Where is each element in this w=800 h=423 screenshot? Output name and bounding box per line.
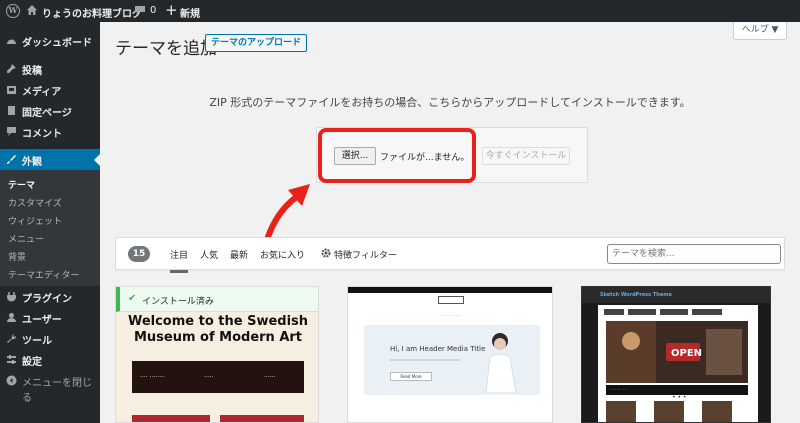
theme-preview-block — [220, 415, 304, 422]
theme-preview-photo: OPEN — [606, 321, 748, 383]
upload-description: ZIP 形式のテーマファイルをお持ちの場合、こちらからアップロードしてインストー… — [209, 96, 691, 109]
sidebar-item-label: 外観 — [22, 157, 42, 168]
wordpress-logo-icon[interactable]: W — [6, 4, 20, 18]
tab-favorites[interactable]: お気に入り — [260, 248, 305, 261]
installed-label: インストール済み — [142, 297, 214, 307]
theme-preview-header: Sketch WordPress Theme — [582, 287, 770, 303]
sidebar-item-pages[interactable]: 固定ページ — [0, 100, 100, 121]
sidebar-item-label: ツール — [22, 336, 52, 347]
site-name-link[interactable]: りょうのお料理ブログ — [42, 5, 142, 20]
user-icon — [7, 313, 16, 322]
submenu-item-background[interactable]: 背景 — [8, 250, 26, 263]
home-icon[interactable] — [26, 4, 38, 16]
tab-popular[interactable]: 人気 — [200, 248, 218, 261]
settings-icon — [7, 355, 16, 364]
admin-bar: W りょうのお料理ブログ 0 + 新規 — [0, 0, 800, 22]
sidebar-item-tools[interactable]: ツール — [0, 328, 100, 349]
sidebar-item-label: 投稿 — [22, 66, 42, 77]
theme-preview-thumbnail — [606, 401, 636, 422]
theme-count-badge: 15 — [128, 246, 150, 262]
comment-icon — [7, 127, 16, 136]
pin-icon — [7, 64, 16, 73]
comment-count[interactable]: 0 — [150, 5, 156, 16]
theme-preview-text-line — [390, 359, 460, 361]
theme-preview-nav: · · · · · · · · — [441, 313, 461, 318]
tab-featured[interactable]: 注目 — [170, 248, 189, 273]
theme-preview-logo — [438, 296, 464, 304]
svg-text:OPEN: OPEN — [671, 348, 702, 359]
sidebar-item-label: プラグイン — [22, 294, 72, 305]
person-photo-icon — [485, 333, 517, 393]
sidebar-item-label: ユーザー — [22, 315, 62, 326]
sidebar-item-settings[interactable]: 設定 — [0, 349, 100, 370]
submenu-item-customize[interactable]: カスタマイズ — [8, 196, 62, 209]
theme-preview-block — [132, 415, 210, 422]
sidebar-item-comments[interactable]: コメント — [0, 121, 100, 142]
theme-filter-bar: 15 注目 人気 最新 お気に入り 特徴フィルター — [115, 237, 785, 273]
feature-filter-button[interactable]: 特徴フィルター — [334, 248, 397, 261]
submenu-item-menus[interactable]: メニュー — [8, 232, 44, 245]
dashboard-icon — [7, 39, 16, 44]
sidebar-item-users[interactable]: ユーザー — [0, 307, 100, 328]
comment-icon[interactable] — [134, 5, 146, 16]
submenu-item-themes[interactable]: テーマ — [8, 178, 35, 191]
theme-preview-ticket-bar: ···· ········ ····· ······ — [132, 361, 304, 393]
theme-preview-title-line: Welcome to the Swedish — [127, 314, 309, 329]
sidebar-item-posts[interactable]: 投稿 — [0, 58, 100, 79]
gear-icon[interactable] — [321, 248, 331, 258]
theme-preview-hero-title: Hi, I am Header Media Title — [390, 345, 486, 353]
theme-preview-topbar — [348, 287, 552, 293]
sidebar-item-label: メニューを閉じる — [22, 378, 92, 404]
tab-latest[interactable]: 最新 — [230, 248, 248, 261]
theme-preview-site-title: Sketch WordPress Theme — [600, 292, 672, 298]
sidebar-item-plugins[interactable]: プラグイン — [0, 286, 100, 307]
theme-preview-hero-button: Read More — [390, 372, 432, 381]
sidebar-item-label: 固定ページ — [22, 108, 72, 119]
checkmark-icon: ✔ — [128, 293, 137, 304]
install-now-button[interactable]: 今すぐインストール — [482, 147, 570, 165]
admin-sidebar: ダッシュボード 投稿 メディア 固定ページ コメント 外観 テーマ カスタマイズ… — [0, 22, 100, 423]
help-tab-button[interactable]: ヘルプ ▼ — [733, 22, 787, 40]
sidebar-item-media[interactable]: メディア — [0, 79, 100, 100]
sidebar-item-label: メディア — [22, 87, 62, 98]
sidebar-item-appearance[interactable]: 外観 — [0, 149, 100, 170]
wrench-icon — [7, 334, 17, 343]
theme-preview-title: Welcome to the Swedish Museum of Modern … — [116, 314, 318, 346]
plus-icon[interactable]: + — [165, 2, 178, 18]
brush-icon — [7, 155, 16, 164]
theme-card[interactable]: · · · · · · · · Hi, I am Header Media Ti… — [347, 286, 553, 423]
theme-card[interactable]: ✔ インストール済み Welcome to the Swedish Museum… — [115, 286, 319, 423]
submenu-item-theme-editor[interactable]: テーマエディター — [8, 268, 79, 281]
sidebar-item-label: 設定 — [22, 357, 42, 368]
theme-preview-thumbnail — [654, 401, 684, 422]
page-title: テーマを追加 — [115, 39, 217, 59]
highlight-rectangle — [318, 128, 476, 183]
appearance-submenu: テーマ カスタマイズ ウィジェット メニュー 背景 テーマエディター — [0, 170, 100, 286]
theme-preview-title-line: Museum of Modern Art — [133, 330, 303, 345]
sidebar-item-label: ダッシュボード — [22, 38, 92, 49]
theme-preview-dots: • • • — [672, 394, 687, 401]
theme-preview-thumbnail — [702, 401, 732, 422]
upload-theme-button[interactable]: テーマのアップロード — [205, 34, 308, 52]
installed-notice: ✔ インストール済み — [116, 287, 318, 312]
new-content-link[interactable]: 新規 — [180, 5, 200, 20]
theme-search-input[interactable] — [607, 244, 781, 264]
submenu-item-widgets[interactable]: ウィジェット — [8, 214, 62, 227]
collapse-icon — [6, 375, 17, 386]
plugin-icon — [7, 292, 16, 302]
media-icon — [7, 86, 16, 94]
sidebar-item-dashboard[interactable]: ダッシュボード — [0, 30, 100, 51]
theme-card[interactable]: Sketch WordPress Theme OPEN · · · · · · … — [581, 286, 771, 423]
sidebar-collapse-menu[interactable]: メニューを閉じる — [0, 370, 100, 404]
sidebar-item-label: コメント — [22, 129, 62, 140]
theme-preview-tabs — [604, 309, 750, 317]
page-icon — [8, 106, 15, 115]
